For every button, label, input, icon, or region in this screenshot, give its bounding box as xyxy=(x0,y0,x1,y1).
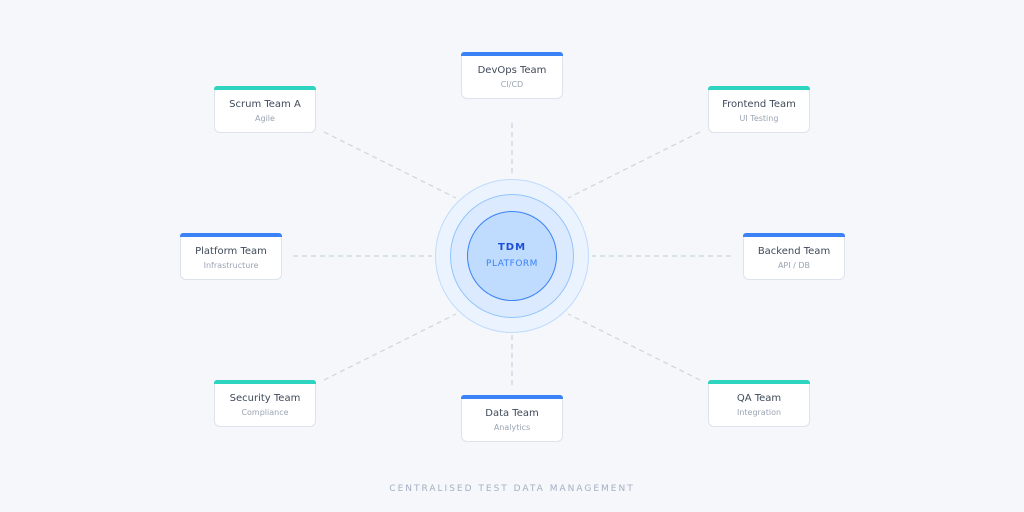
team-detail: Infrastructure xyxy=(203,261,259,270)
node-accent-bar xyxy=(180,233,282,237)
team-node-data[interactable]: Data Team Analytics xyxy=(461,395,563,442)
team-name: Backend Team xyxy=(757,246,831,257)
team-detail: Integration xyxy=(736,408,782,417)
team-name: Data Team xyxy=(485,408,539,419)
team-name: Frontend Team xyxy=(722,99,796,110)
hub-spoke-diagram: TDM PLATFORM DevOps Team CI/CD Frontend … xyxy=(0,0,1024,512)
node-accent-bar xyxy=(708,380,810,384)
connector-frontend xyxy=(567,131,701,199)
team-node-backend[interactable]: Backend Team API / DB xyxy=(743,233,845,280)
connector-security xyxy=(323,313,457,381)
team-detail: UI Testing xyxy=(739,114,779,123)
node-accent-bar xyxy=(461,395,563,399)
team-node-security[interactable]: Security Team Compliance xyxy=(214,380,316,427)
node-accent-bar xyxy=(214,86,316,90)
hub-subtitle: PLATFORM xyxy=(486,259,538,269)
team-node-frontend[interactable]: Frontend Team UI Testing xyxy=(708,86,810,133)
team-name: Scrum Team A xyxy=(229,99,301,110)
team-node-qa[interactable]: QA Team Integration xyxy=(708,380,810,427)
hub-title: TDM xyxy=(497,242,527,253)
tdm-hub[interactable]: TDM PLATFORM xyxy=(467,211,557,301)
node-accent-bar xyxy=(214,380,316,384)
team-name: Security Team xyxy=(229,393,301,404)
team-name: DevOps Team xyxy=(477,65,547,76)
node-accent-bar xyxy=(461,52,563,56)
diagram-caption: CENTRALISED TEST DATA MANAGEMENT xyxy=(389,484,635,494)
team-detail: Compliance xyxy=(241,408,289,417)
team-detail: Analytics xyxy=(493,423,531,432)
node-accent-bar xyxy=(708,86,810,90)
team-node-platform[interactable]: Platform Team Infrastructure xyxy=(180,233,282,280)
team-detail: Agile xyxy=(255,114,275,123)
connector-qa xyxy=(567,313,701,381)
team-name: Platform Team xyxy=(195,246,267,257)
team-detail: API / DB xyxy=(777,261,811,270)
team-node-scrum-a[interactable]: Scrum Team A Agile xyxy=(214,86,316,133)
connector-scrum xyxy=(323,131,457,199)
team-detail: CI/CD xyxy=(500,80,524,89)
team-node-devops[interactable]: DevOps Team CI/CD xyxy=(461,52,563,99)
team-name: QA Team xyxy=(736,393,782,404)
node-accent-bar xyxy=(743,233,845,237)
